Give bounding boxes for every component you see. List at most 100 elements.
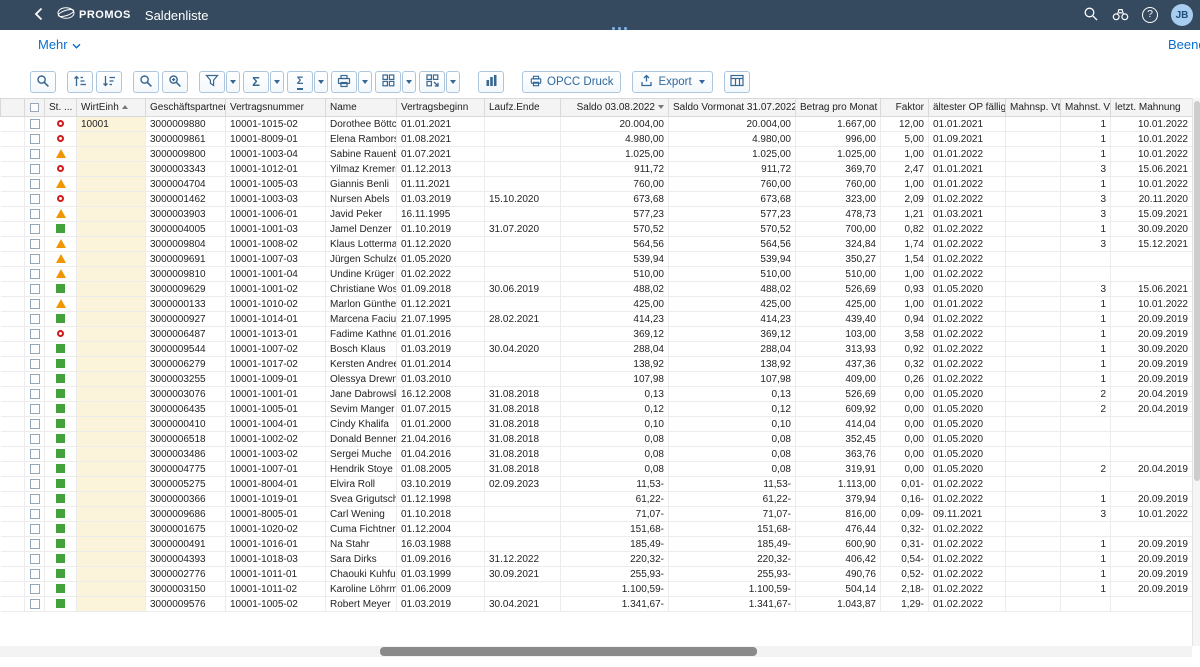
row-select-cell[interactable] [25, 312, 45, 327]
row-select-cell[interactable] [25, 372, 45, 387]
row-select-cell[interactable] [25, 462, 45, 477]
find-button[interactable] [133, 71, 159, 93]
row-select-checkbox[interactable] [30, 494, 40, 504]
row-select-cell[interactable] [25, 552, 45, 567]
back-button[interactable] [34, 7, 43, 24]
column-header-mark[interactable] [1, 99, 25, 117]
row-select-cell[interactable] [25, 132, 45, 147]
table-row[interactable]: 300000400510001-1001-03Jamel Denzer01.10… [1, 222, 1193, 237]
row-select-checkbox[interactable] [30, 599, 40, 609]
filter-dropdown-button[interactable] [226, 71, 240, 93]
row-select-cell[interactable] [25, 252, 45, 267]
row-select-cell[interactable] [25, 327, 45, 342]
row-select-cell[interactable] [25, 297, 45, 312]
row-select-cell[interactable] [25, 282, 45, 297]
table-row[interactable]: 300000390310001-1006-01Javid Peker16.11.… [1, 207, 1193, 222]
row-select-checkbox[interactable] [30, 284, 40, 294]
binoculars-button[interactable] [1112, 7, 1129, 24]
table-row[interactable]: 300000986110001-8009-01Elena Ramborski01… [1, 132, 1193, 147]
filter-button[interactable] [199, 71, 225, 93]
row-select-cell[interactable] [25, 582, 45, 597]
row-select-cell[interactable] [25, 387, 45, 402]
row-select-cell[interactable] [25, 492, 45, 507]
row-select-checkbox[interactable] [30, 509, 40, 519]
column-header-betrag-pro-monat[interactable]: Betrag pro Monat [796, 99, 881, 117]
column-header-saldo[interactable]: Saldo 03.08.2022 [561, 99, 669, 117]
row-select-checkbox[interactable] [30, 539, 40, 549]
row-select-checkbox[interactable] [30, 194, 40, 204]
table-row[interactable]: 300000146210001-1003-03Nursen Abels01.03… [1, 192, 1193, 207]
row-select-checkbox[interactable] [30, 239, 40, 249]
total-button[interactable]: Σ [243, 71, 269, 93]
row-select-checkbox[interactable] [30, 374, 40, 384]
row-select-cell[interactable] [25, 402, 45, 417]
export-list-dropdown-button[interactable] [446, 71, 460, 93]
table-row[interactable]: 300000307610001-1001-01Jane Dabrowski16.… [1, 387, 1193, 402]
table-row[interactable]: 300000648710001-1013-01Fadime Kathner01.… [1, 327, 1193, 342]
row-select-checkbox[interactable] [30, 224, 40, 234]
horizontal-scrollbar[interactable] [0, 646, 1192, 657]
column-header-vertragsbeginn[interactable]: Vertragsbeginn [397, 99, 485, 117]
row-select-checkbox[interactable] [30, 119, 40, 129]
row-select-cell[interactable] [25, 192, 45, 207]
table-row[interactable]: 300000049110001-1016-01Na Stahr16.03.198… [1, 537, 1193, 552]
row-select-cell[interactable] [25, 147, 45, 162]
table-row[interactable]: 300000969110001-1007-03Jürgen Schulze01.… [1, 252, 1193, 267]
row-select-checkbox[interactable] [30, 299, 40, 309]
row-select-checkbox[interactable] [30, 359, 40, 369]
row-select-checkbox[interactable] [30, 179, 40, 189]
vertical-scrollbar[interactable] [1192, 98, 1200, 646]
views-dropdown-button[interactable] [402, 71, 416, 93]
row-select-checkbox[interactable] [30, 404, 40, 414]
table-row[interactable]: 300000527510001-8004-01Elvira Roll03.10.… [1, 477, 1193, 492]
row-select-cell[interactable] [25, 522, 45, 537]
table-row[interactable]: 300000962910001-1001-02Christiane Wosiek… [1, 282, 1193, 297]
column-header-mahnst-vt[interactable]: Mahnst. Vt [1061, 99, 1111, 117]
column-header-mahnsp-vt[interactable]: Mahnsp. Vt [1006, 99, 1061, 117]
column-header-name[interactable]: Name [326, 99, 397, 117]
table-row[interactable]: 300000651810001-1002-02Donald Benner21.0… [1, 432, 1193, 447]
row-select-cell[interactable] [25, 177, 45, 192]
row-select-cell[interactable] [25, 162, 45, 177]
row-select-cell[interactable] [25, 267, 45, 282]
column-header-faktor[interactable]: Faktor [881, 99, 929, 117]
export-list-button[interactable] [419, 71, 445, 93]
table-row[interactable]: 10001300000988010001-1015-02Dorothee Böt… [1, 117, 1193, 132]
row-select-checkbox[interactable] [30, 329, 40, 339]
table-row[interactable]: 300000013310001-1010-02Marlon Günther01.… [1, 297, 1193, 312]
row-select-cell[interactable] [25, 567, 45, 582]
column-header-aeltester-op[interactable]: ältester OP fällig [929, 99, 1006, 117]
row-select-cell[interactable] [25, 417, 45, 432]
export-button[interactable]: Export [632, 71, 712, 93]
row-select-cell[interactable] [25, 477, 45, 492]
row-select-checkbox[interactable] [30, 269, 40, 279]
row-select-checkbox[interactable] [30, 449, 40, 459]
mehr-menu-button[interactable]: Mehr [38, 37, 81, 52]
table-row[interactable]: 300000477510001-1007-01Hendrik Stoye01.0… [1, 462, 1193, 477]
table-row[interactable]: 300000092710001-1014-01Marcena Facius21.… [1, 312, 1193, 327]
row-select-checkbox[interactable] [30, 524, 40, 534]
column-header-saldo-vormonat[interactable]: Saldo Vormonat 31.07.2022 [669, 99, 796, 117]
subtotal-button[interactable]: Σ [287, 71, 313, 93]
table-row[interactable]: 300000036610001-1019-01Svea Grigutsch01.… [1, 492, 1193, 507]
table-row[interactable]: 300000277610001-1011-01Chaouki Kuhfuß01.… [1, 567, 1193, 582]
subtotal-dropdown-button[interactable] [314, 71, 328, 93]
column-header-select[interactable] [25, 99, 45, 117]
row-select-checkbox[interactable] [30, 419, 40, 429]
column-header-wirteinh[interactable]: WirtEinh [77, 99, 146, 117]
table-row[interactable]: 300000315010001-1011-02Karoline Löhrmann… [1, 582, 1193, 597]
print-dropdown-button[interactable] [358, 71, 372, 93]
row-select-checkbox[interactable] [30, 149, 40, 159]
row-select-checkbox[interactable] [30, 314, 40, 324]
table-row[interactable]: 300000627910001-1017-02Kersten Andree01.… [1, 357, 1193, 372]
table-row[interactable]: 300000348610001-1003-02Sergei Muche01.04… [1, 447, 1193, 462]
user-avatar[interactable]: JB [1171, 4, 1193, 26]
sort-ascending-button[interactable] [67, 71, 93, 93]
select-all-icon[interactable] [30, 103, 39, 112]
table-row[interactable]: 300000981010001-1001-04Undine Krüger01.0… [1, 267, 1193, 282]
row-select-checkbox[interactable] [30, 584, 40, 594]
table-row[interactable]: 300000980010001-1003-04Sabine Rauenberg0… [1, 147, 1193, 162]
table-row[interactable]: 300000041010001-1004-01Cindy Khalifa01.0… [1, 417, 1193, 432]
row-select-checkbox[interactable] [30, 254, 40, 264]
help-button[interactable]: ? [1142, 7, 1158, 23]
